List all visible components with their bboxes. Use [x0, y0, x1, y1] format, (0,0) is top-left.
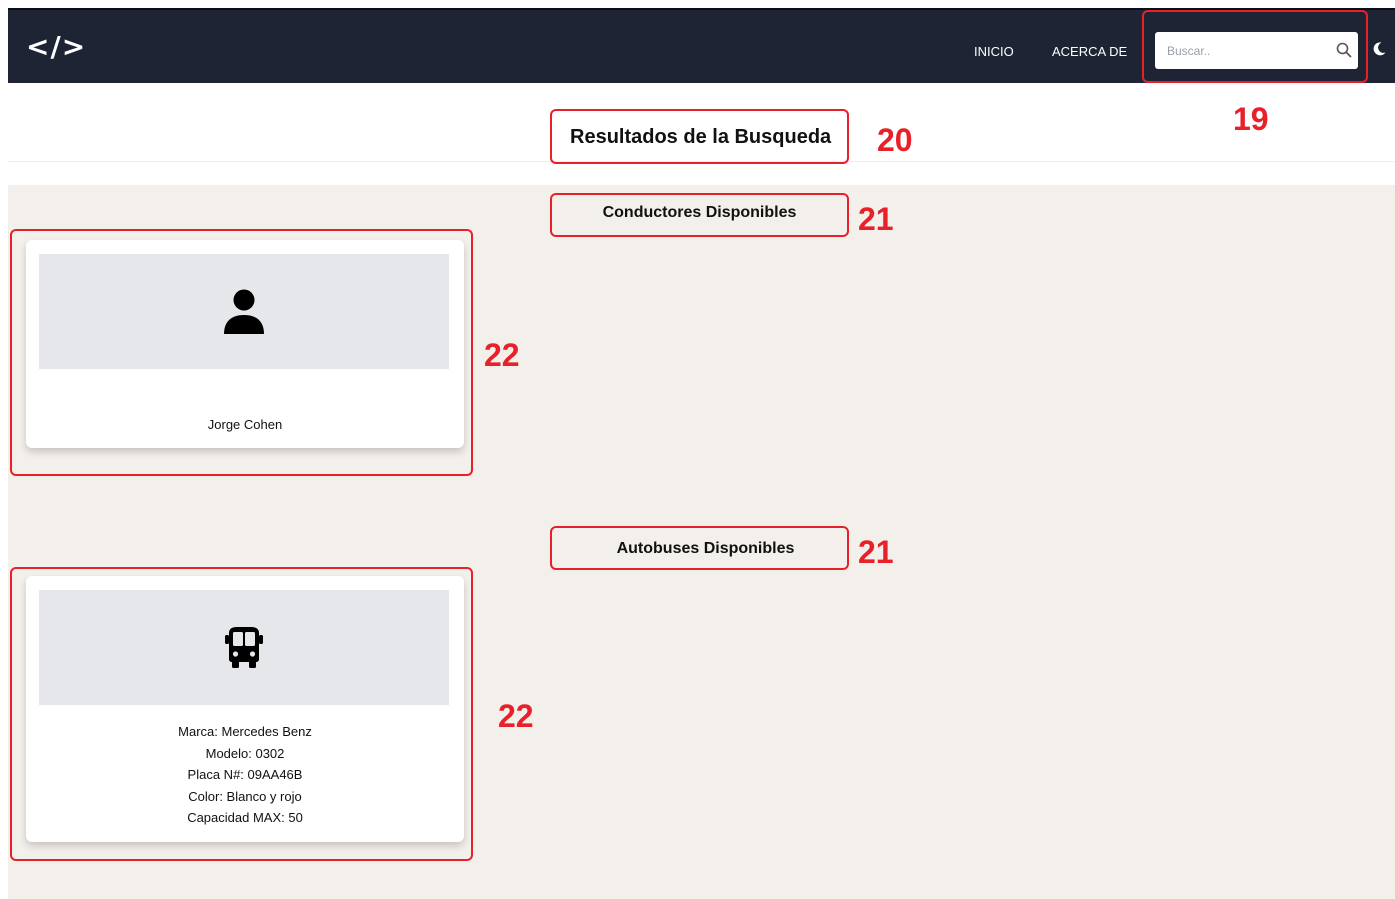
annotation-label-search: 19 [1233, 101, 1269, 137]
annotation-box-drivers-title [550, 193, 849, 237]
annotation-label-results-title: 20 [877, 122, 913, 158]
nav-link-acerca-de[interactable]: ACERCA DE [1052, 44, 1127, 60]
annotation-box-buses-title [550, 526, 849, 570]
annotation-label-drivers-title: 21 [858, 201, 894, 237]
moon-icon[interactable] [1371, 41, 1387, 57]
annotation-box-driver-card [10, 229, 473, 476]
logo[interactable]: </> [26, 29, 86, 65]
annotation-box-results-title [550, 109, 849, 164]
page: </> INICIO ACERCA DE Resultados de la Bu… [0, 0, 1395, 899]
annotation-label-bus-card: 22 [498, 698, 534, 734]
annotation-label-driver-card: 22 [484, 337, 520, 373]
nav-link-inicio[interactable]: INICIO [974, 44, 1014, 60]
annotation-box-search [1142, 10, 1368, 83]
annotation-box-bus-card [10, 567, 473, 861]
annotation-label-buses-title: 21 [858, 534, 894, 570]
